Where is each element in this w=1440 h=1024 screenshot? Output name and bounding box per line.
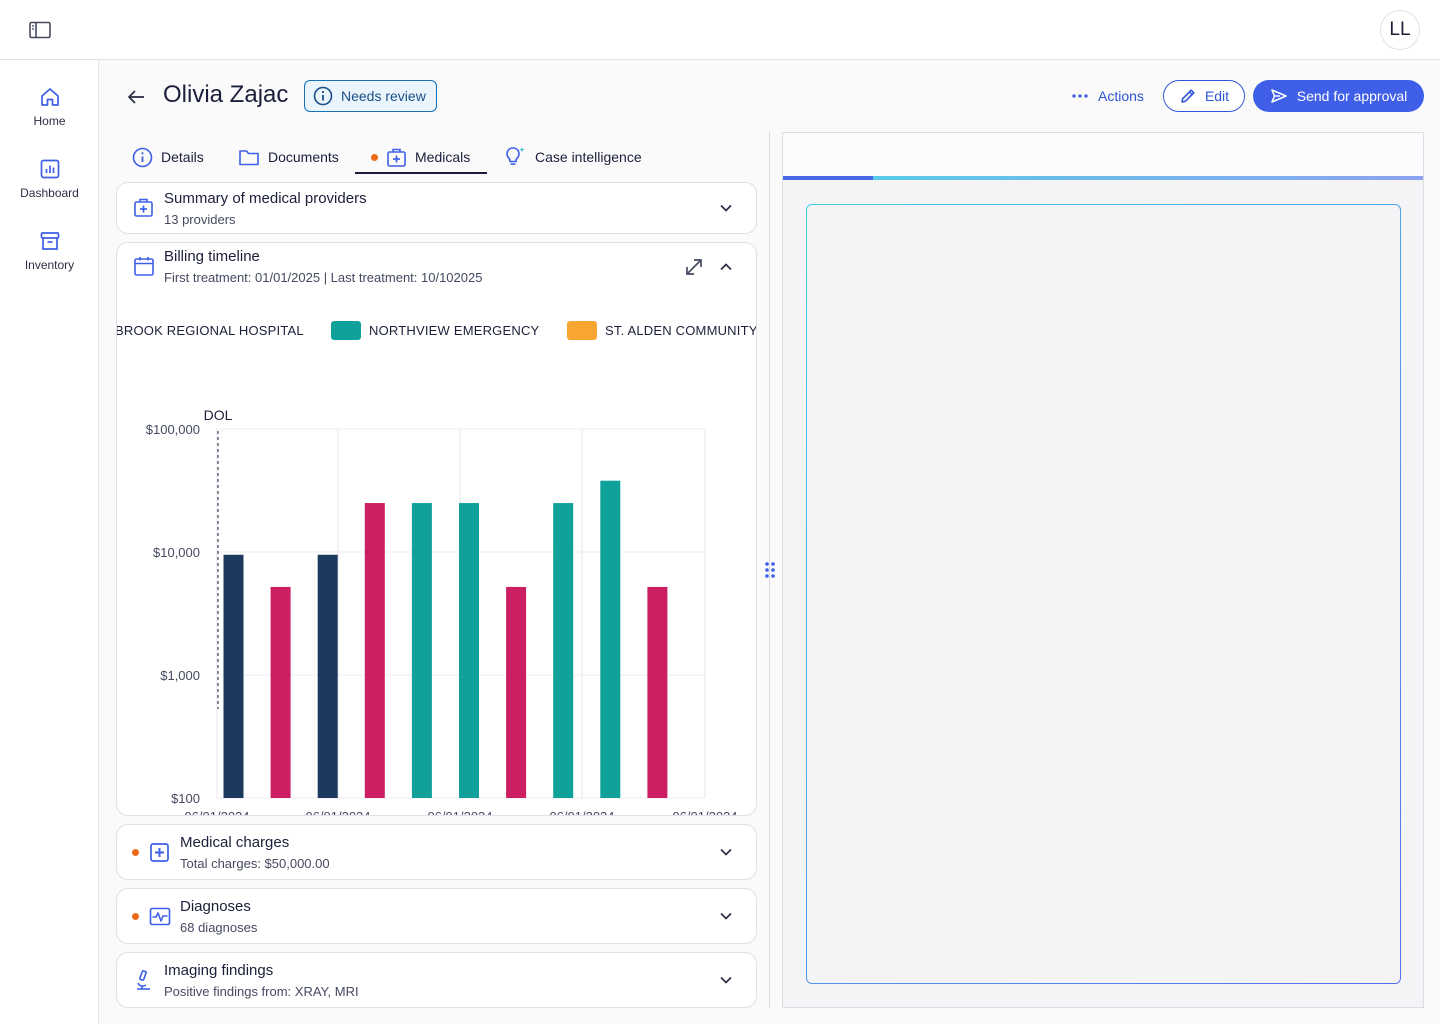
tab-case-intelligence[interactable]: Case intelligence xyxy=(503,140,642,174)
send-label: Send for approval xyxy=(1296,88,1408,104)
status-badge: Needs review xyxy=(304,80,437,112)
send-for-approval-button[interactable]: Send for approval xyxy=(1253,80,1424,112)
chevron-down-icon[interactable] xyxy=(718,972,734,988)
microscope-icon xyxy=(137,970,150,990)
info-icon xyxy=(313,86,333,106)
notification-dot xyxy=(132,913,139,920)
chart-bar xyxy=(411,503,432,798)
tab-medicals[interactable]: Medicals xyxy=(371,140,470,174)
chart-bar xyxy=(223,554,244,798)
imaging-findings-card[interactable]: Imaging findings Positive findings from:… xyxy=(116,952,757,1008)
tab-label: Details xyxy=(161,149,204,165)
loading-progress-track xyxy=(783,176,1423,180)
inventory-icon xyxy=(40,232,59,250)
send-icon xyxy=(1270,89,1287,103)
chart-bar xyxy=(553,503,574,798)
page-title: Olivia Zajac xyxy=(163,81,289,108)
chart-bar xyxy=(317,554,338,798)
medical-case-icon xyxy=(387,148,406,167)
notification-dot xyxy=(132,849,139,856)
y-tick-label: $100 xyxy=(171,791,200,806)
actions-button[interactable]: Actions xyxy=(1071,80,1144,112)
sidebar-item-label: Dashboard xyxy=(20,186,79,200)
back-arrow-icon[interactable] xyxy=(125,86,147,108)
chart-bar xyxy=(270,586,291,798)
sidebar-item-label: Inventory xyxy=(24,258,75,272)
x-tick-label: 06/01/2024 xyxy=(549,809,614,816)
chart-bar xyxy=(600,480,621,798)
x-tick-label: 06/01/2024 xyxy=(672,809,737,816)
medical-case-icon xyxy=(134,198,153,217)
edit-button[interactable]: Edit xyxy=(1163,80,1245,112)
tab-label: Medicals xyxy=(415,149,471,165)
providers-summary-card[interactable]: Summary of medical providers 13 provider… xyxy=(116,182,757,234)
loading-progress-fill xyxy=(783,176,873,180)
chevron-down-icon[interactable] xyxy=(718,844,734,860)
card-title: Diagnoses xyxy=(180,898,251,915)
y-tick-label: $100,000 xyxy=(146,422,200,437)
chart-bar xyxy=(364,503,385,798)
card-title: Medical charges xyxy=(180,834,290,851)
sidebar-toggle-icon[interactable] xyxy=(26,18,54,42)
notification-dot xyxy=(371,153,378,161)
viewer-header xyxy=(783,133,1423,178)
sidebar-item-home[interactable]: Home xyxy=(0,86,99,142)
card-subtitle: 68 diagnoses xyxy=(180,920,258,935)
x-tick-label: 06/01/2024 xyxy=(305,809,370,816)
document-page[interactable] xyxy=(806,204,1401,984)
billing-timeline-card: Billing timeline First treatment: 01/01/… xyxy=(116,242,757,816)
tab-label: Documents xyxy=(268,149,339,165)
billing-bar-chart: $100,000 $10,000 $1,000 $100 06/01/2024 06/01… xyxy=(146,407,738,816)
tab-documents[interactable]: Documents xyxy=(238,140,339,174)
dol-marker-label: DOL xyxy=(204,407,233,423)
dashboard-icon xyxy=(40,159,59,179)
lightbulb-sparkle-icon xyxy=(506,147,525,165)
sidebar-item-label: Home xyxy=(33,114,66,128)
x-tick-label: 06/01/2024 xyxy=(184,809,249,816)
info-icon xyxy=(132,147,153,167)
pencil-icon xyxy=(1181,89,1195,103)
sidebar-item-inventory[interactable]: Inventory xyxy=(0,230,99,286)
user-avatar[interactable]: LL xyxy=(1380,10,1420,50)
more-horizontal-icon xyxy=(1072,94,1088,98)
card-subtitle: Total charges: $50,000.00 xyxy=(180,856,330,871)
medical-charges-card[interactable]: Medical charges Total charges: $50,000.0… xyxy=(116,824,757,880)
chevron-down-icon[interactable] xyxy=(718,200,734,216)
status-badge-label: Needs review xyxy=(341,88,426,104)
x-tick-label: 06/01/2024 xyxy=(427,809,492,816)
actions-label: Actions xyxy=(1098,88,1144,104)
sidebar: Home Dashboard Inventory xyxy=(0,60,99,1024)
chevron-down-icon[interactable] xyxy=(718,908,734,924)
card-title: Summary of medical providers xyxy=(164,190,367,207)
document-viewer xyxy=(782,132,1424,1008)
diagnoses-card[interactable]: Diagnoses 68 diagnoses xyxy=(116,888,757,944)
edit-label: Edit xyxy=(1204,88,1230,104)
folder-icon xyxy=(239,150,259,166)
tab-details[interactable]: Details xyxy=(132,140,204,174)
medical-plus-icon xyxy=(150,843,169,862)
y-tick-label: $10,000 xyxy=(153,545,200,560)
sidebar-item-dashboard[interactable]: Dashboard xyxy=(0,158,99,214)
home-icon xyxy=(40,88,59,106)
card-subtitle: 13 providers xyxy=(164,212,236,227)
tab-label: Case intelligence xyxy=(535,149,642,165)
drag-handle-icon[interactable] xyxy=(764,560,776,580)
chart-bar xyxy=(459,503,479,798)
active-tab-indicator xyxy=(355,172,487,174)
main-content: Olivia Zajac Needs review Actions Edit S… xyxy=(99,60,1440,1024)
chart-bar xyxy=(647,586,668,798)
card-subtitle: Positive findings from: XRAY, MRI xyxy=(164,984,359,999)
top-bar: LL xyxy=(0,0,1440,60)
heart-monitor-icon xyxy=(149,907,171,926)
card-title: Imaging findings xyxy=(164,962,274,979)
chart-bar xyxy=(506,586,527,798)
y-tick-label: $1,000 xyxy=(160,668,200,683)
